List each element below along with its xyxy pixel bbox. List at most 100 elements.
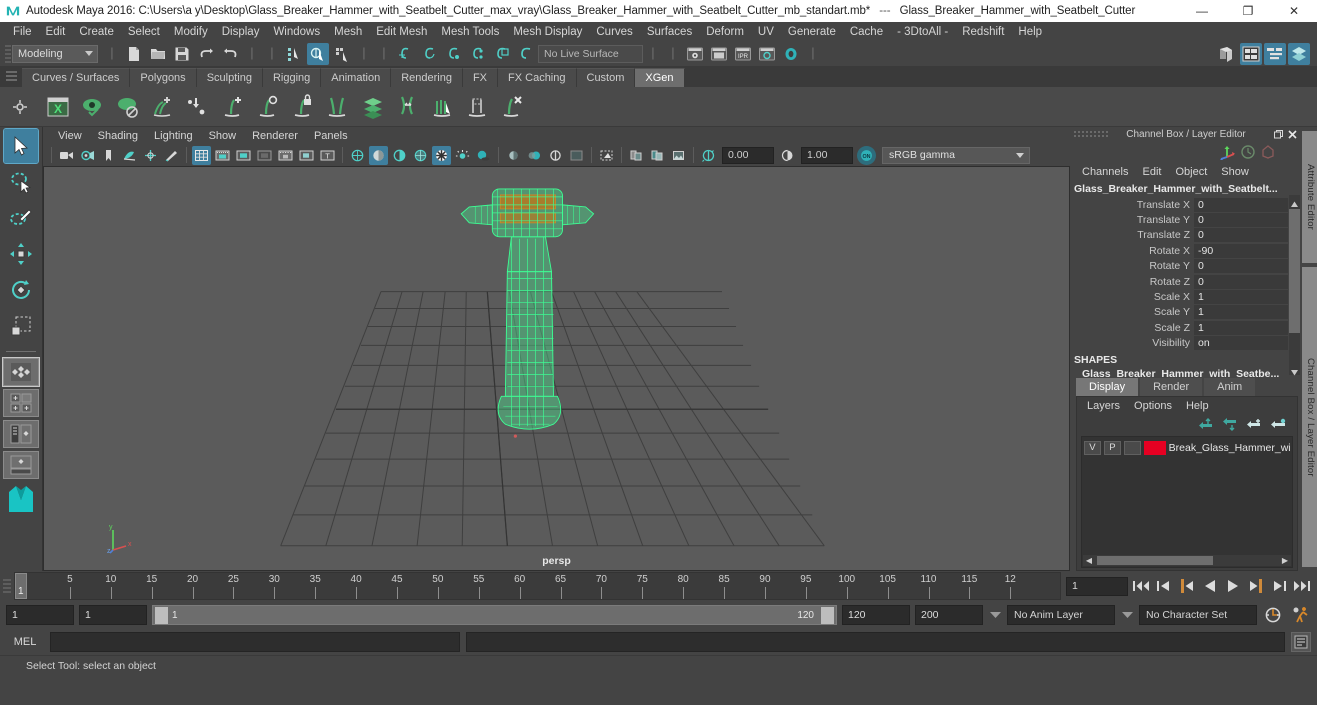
channel-value-field[interactable]: 0 xyxy=(1194,197,1288,212)
layer-row[interactable]: V P Break_Glass_Hammer_wi xyxy=(1082,439,1292,456)
select-by-hierarchy-icon[interactable] xyxy=(283,43,305,65)
ipr-render-icon[interactable]: IPR xyxy=(732,43,754,65)
textured-icon[interactable] xyxy=(432,145,451,165)
shelf-tab-fx-caching[interactable]: FX Caching xyxy=(498,68,577,87)
live-surface-field[interactable]: No Live Surface xyxy=(538,44,643,63)
shelf-grip[interactable] xyxy=(6,71,17,83)
layer-editor-tab-render[interactable]: Render xyxy=(1140,378,1203,396)
menu-item-3dtoall[interactable]: - 3DtoAll - xyxy=(890,24,955,40)
channel-box-attribute-list[interactable]: Glass_Breaker_Hammer_with_Seatbelt... Tr… xyxy=(1070,181,1302,377)
menu-set-selector[interactable]: Modeling xyxy=(12,44,98,63)
range-slider-left-handle[interactable] xyxy=(155,606,168,624)
menu-item-help[interactable]: Help xyxy=(1011,24,1049,40)
single-perspective-layout[interactable] xyxy=(2,357,40,387)
smooth-shade-all-icon[interactable] xyxy=(369,145,388,165)
maya-embedded-language-icon[interactable] xyxy=(4,484,38,519)
gamma-icon[interactable] xyxy=(778,146,797,165)
layer-list-hscrollbar[interactable]: ◀ ▶ xyxy=(1083,555,1291,566)
panel-menu-lighting[interactable]: Lighting xyxy=(147,129,200,143)
channel-value-field[interactable]: on xyxy=(1194,336,1288,351)
menu-item-modify[interactable]: Modify xyxy=(167,24,215,40)
menu-item-create[interactable]: Create xyxy=(72,24,121,40)
lasso-select-tool[interactable] xyxy=(4,165,38,199)
open-scene-icon[interactable] xyxy=(147,43,169,65)
step-back-frame-icon[interactable] xyxy=(1177,576,1197,596)
scroll-up-arrow-icon[interactable] xyxy=(1290,196,1299,207)
hypershade-icon[interactable] xyxy=(780,43,802,65)
shade-flat-icon[interactable] xyxy=(390,146,409,165)
menu-item-curves[interactable]: Curves xyxy=(589,24,639,40)
persp-graph-layout[interactable] xyxy=(3,451,39,479)
snap-to-point-icon[interactable] xyxy=(443,43,465,65)
range-start-time-field[interactable]: 1 xyxy=(79,605,147,625)
panel-menu-show[interactable]: Show xyxy=(202,129,244,143)
channel-value-field[interactable]: 0 xyxy=(1194,259,1288,274)
layers-icon[interactable] xyxy=(357,91,389,123)
channel-value-field[interactable]: 0 xyxy=(1194,228,1288,243)
multisample-icon[interactable] xyxy=(546,146,565,165)
command-output-field[interactable] xyxy=(466,632,1285,652)
new-layer-from-selected-icon[interactable] xyxy=(1271,418,1287,431)
preview-visibility-icon[interactable] xyxy=(77,91,109,123)
color-management-selector[interactable]: sRGB gamma xyxy=(882,146,1030,164)
xray-joints-icon[interactable] xyxy=(627,146,646,165)
go-to-end-icon[interactable] xyxy=(1292,576,1312,596)
step-forward-frame-icon[interactable] xyxy=(1246,576,1266,596)
isolate-select-icon[interactable] xyxy=(567,146,586,165)
time-slider-playhead[interactable]: 1 xyxy=(15,573,27,599)
xray-icon[interactable] xyxy=(597,146,616,165)
motion-blur-icon[interactable] xyxy=(525,146,544,165)
maximize-button[interactable]: ❐ xyxy=(1225,0,1271,22)
animation-preferences-icon[interactable] xyxy=(1289,606,1311,624)
anim-channels-icon[interactable] xyxy=(1240,144,1256,160)
menu-item-generate[interactable]: Generate xyxy=(781,24,843,40)
shelf-tab-xgen[interactable]: XGen xyxy=(635,68,685,87)
menu-item-cache[interactable]: Cache xyxy=(843,24,890,40)
select-by-object-type-icon[interactable] xyxy=(307,42,329,65)
select-camera-icon[interactable] xyxy=(57,146,76,165)
resolution-gate-icon[interactable] xyxy=(234,146,253,165)
scroll-right-arrow-icon[interactable]: ▶ xyxy=(1279,556,1291,565)
perspective-viewport[interactable]: persp y x z xyxy=(43,166,1070,571)
channel-box-menu-edit[interactable]: Edit xyxy=(1136,165,1167,179)
title-safe-icon[interactable]: T xyxy=(318,146,337,165)
layer-playback-toggle[interactable]: P xyxy=(1103,440,1121,455)
shelf-tab-sculpting[interactable]: Sculpting xyxy=(196,68,263,87)
scrollbar-thumb[interactable] xyxy=(1289,209,1300,333)
step-forward-keyframe-icon[interactable] xyxy=(1269,576,1289,596)
select-guides-icon[interactable] xyxy=(252,91,284,123)
channel-box-menu-show[interactable]: Show xyxy=(1215,165,1255,179)
shadows-icon[interactable] xyxy=(474,146,493,165)
attribute-editor-toggle-icon[interactable] xyxy=(1240,42,1262,65)
shelf-tab-custom[interactable]: Custom xyxy=(576,68,636,87)
channel-box-toggle-icon[interactable] xyxy=(1264,42,1286,65)
new-scene-icon[interactable] xyxy=(123,43,145,65)
menu-item-surfaces[interactable]: Surfaces xyxy=(640,24,699,40)
panel-menu-panels[interactable]: Panels xyxy=(307,129,355,143)
make-live-icon[interactable] xyxy=(515,43,537,65)
wireframe-on-shaded-icon[interactable] xyxy=(411,146,430,165)
disable-preview-icon[interactable] xyxy=(112,91,144,123)
channel-box-menu-object[interactable]: Object xyxy=(1169,165,1213,179)
shelf-tab-rendering[interactable]: Rendering xyxy=(391,68,463,87)
new-layer-icon[interactable] xyxy=(1247,418,1263,431)
time-slider-grip[interactable] xyxy=(0,572,14,600)
shelf-options-button[interactable] xyxy=(0,87,40,127)
gamma-field[interactable]: 1.00 xyxy=(801,146,853,164)
smooth-brush-icon[interactable] xyxy=(392,91,424,123)
scale-tool[interactable] xyxy=(4,309,38,343)
side-tab-attribute-editor[interactable]: Attribute Editor xyxy=(1302,131,1317,263)
panel-menu-shading[interactable]: Shading xyxy=(91,129,145,143)
panel-menu-renderer[interactable]: Renderer xyxy=(245,129,305,143)
xgen-window-icon[interactable]: X xyxy=(42,91,74,123)
move-layer-up-icon[interactable] xyxy=(1199,417,1215,431)
use-all-lights-icon[interactable] xyxy=(453,146,472,165)
hscrollbar-thumb[interactable] xyxy=(1097,556,1213,565)
play-forwards-icon[interactable] xyxy=(1223,576,1243,596)
snap-to-grid-icon[interactable] xyxy=(395,43,417,65)
anim-end-time-field[interactable]: 200 xyxy=(915,605,983,625)
chevron-down-icon[interactable] xyxy=(1120,611,1134,619)
menu-item-mesh[interactable]: Mesh xyxy=(327,24,369,40)
lock-guides-icon[interactable] xyxy=(287,91,319,123)
part-brush-icon[interactable] xyxy=(322,91,354,123)
